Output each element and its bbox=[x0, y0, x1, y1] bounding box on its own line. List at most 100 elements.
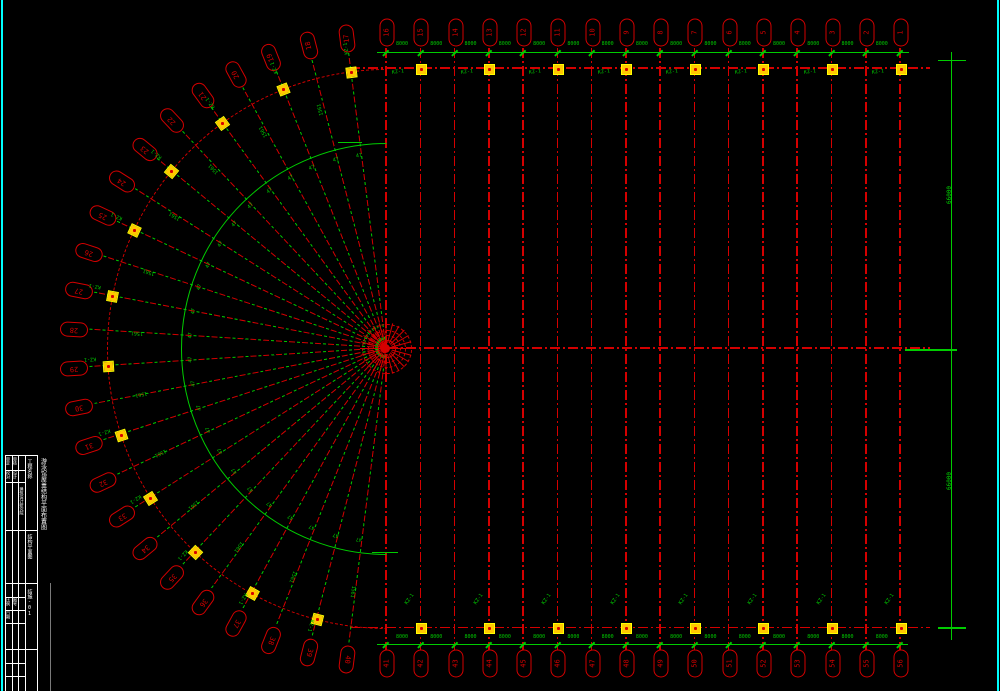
titleblock-line bbox=[12, 455, 13, 691]
bay-dimension: 8000 bbox=[499, 635, 511, 640]
grid-bubble: 36 bbox=[188, 586, 217, 617]
column-label: KZ-1 bbox=[666, 69, 679, 76]
vertical-grid-line bbox=[522, 30, 524, 662]
vertical-grid-line bbox=[796, 30, 798, 662]
column-marker bbox=[690, 64, 701, 75]
grid-bubble: 11 bbox=[551, 18, 566, 46]
bottom-grid-line bbox=[350, 627, 930, 629]
column-marker bbox=[416, 623, 427, 634]
grid-bubble: 51 bbox=[722, 649, 737, 677]
titleblock-sheet-no: 结施-01 bbox=[27, 589, 32, 617]
column-label: KZ-1 bbox=[84, 356, 96, 362]
grid-bubble: 13 bbox=[482, 18, 497, 46]
bay-dimension: 8000 bbox=[739, 635, 751, 640]
grid-bubble: 31 bbox=[73, 434, 104, 457]
column-marker bbox=[553, 64, 564, 75]
vertical-grid-line bbox=[454, 30, 456, 662]
column-marker bbox=[896, 64, 907, 75]
grid-bubble: 46 bbox=[551, 649, 566, 677]
titleblock-line bbox=[5, 530, 37, 531]
arc-tick-label: 47 bbox=[191, 380, 197, 387]
grid-bubble: 6 bbox=[722, 18, 737, 46]
grid-bubble: 2 bbox=[859, 18, 874, 46]
column-marker bbox=[553, 623, 564, 634]
grid-bubble: 35 bbox=[157, 562, 187, 593]
grid-bubble: 3 bbox=[825, 18, 840, 46]
titleblock-no-label: 图号 bbox=[13, 598, 17, 606]
grid-bubble: 41 bbox=[380, 649, 395, 677]
grid-bubble: 1 bbox=[894, 18, 909, 46]
column-label: KZ-1 bbox=[610, 593, 621, 606]
vertical-grid-line bbox=[625, 30, 627, 662]
column-label: KZ-1 bbox=[803, 69, 816, 76]
titleblock-row-label: 审核 bbox=[13, 457, 17, 465]
vertical-grid-line bbox=[899, 30, 901, 662]
radial-dimension: 1561 bbox=[348, 585, 354, 598]
bay-dimension: 8000 bbox=[465, 42, 477, 47]
column-marker bbox=[621, 623, 632, 634]
bay-dimension: 8000 bbox=[533, 42, 545, 47]
sheet-border-right bbox=[997, 0, 999, 691]
column-marker bbox=[345, 66, 357, 78]
arc-tick-label: 47 bbox=[356, 153, 363, 159]
bay-dimension: 8000 bbox=[499, 42, 511, 47]
titleblock-row-label: 设计 bbox=[13, 471, 17, 479]
grid-bubble: 54 bbox=[825, 649, 840, 677]
column-label: KZ-1 bbox=[735, 69, 748, 76]
right-dimension-line bbox=[951, 52, 953, 640]
column-label: KZ-1 bbox=[598, 69, 611, 76]
column-marker bbox=[106, 290, 119, 303]
bay-dimension: 8000 bbox=[602, 635, 614, 640]
arc-tick-label: 47 bbox=[188, 332, 193, 338]
grid-bubble: 16 bbox=[380, 18, 395, 46]
titleblock-line bbox=[5, 663, 25, 664]
bay-dimension: 8000 bbox=[636, 635, 648, 640]
bay-dimension: 8000 bbox=[773, 42, 785, 47]
column-marker bbox=[896, 623, 907, 634]
column-label: KZ-1 bbox=[885, 593, 896, 606]
column-marker bbox=[102, 361, 114, 373]
grid-bubble: 50 bbox=[688, 649, 703, 677]
column-label: KZ-1 bbox=[461, 69, 474, 76]
grid-bubble: 52 bbox=[756, 649, 771, 677]
bay-dimension: 8000 bbox=[670, 635, 682, 640]
vertical-grid-line bbox=[831, 30, 833, 662]
vertical-grid-line bbox=[591, 30, 593, 662]
grid-bubble: 29 bbox=[60, 360, 89, 377]
grid-bubble: 43 bbox=[448, 649, 463, 677]
vertical-grid-line bbox=[420, 30, 422, 662]
grid-bubble: 28 bbox=[60, 321, 89, 338]
dimension-ext bbox=[938, 60, 966, 62]
bay-dimension: 8000 bbox=[602, 42, 614, 47]
right-dimension-text: 66000 bbox=[947, 472, 953, 490]
grid-bubble: 4 bbox=[791, 18, 806, 46]
grid-bubble: 56 bbox=[894, 649, 909, 677]
arc-tick-label: 47 bbox=[356, 536, 363, 542]
bay-dimension: 8000 bbox=[842, 635, 854, 640]
grid-bubble: 8 bbox=[654, 18, 669, 46]
grid-bubble: 10 bbox=[585, 18, 600, 46]
grid-bubble: 44 bbox=[482, 649, 497, 677]
column-marker bbox=[758, 623, 769, 634]
titleblock-line bbox=[5, 676, 25, 677]
grid-bubble: 7 bbox=[688, 18, 703, 46]
grid-bubble: 48 bbox=[619, 649, 634, 677]
grid-bubble: 30 bbox=[64, 398, 94, 418]
column-label: KZ-1 bbox=[529, 69, 542, 76]
titleblock-line bbox=[5, 623, 25, 624]
bay-dimension: 8000 bbox=[396, 635, 408, 640]
bay-dimension: 8000 bbox=[396, 42, 408, 47]
vertical-grid-line bbox=[728, 30, 730, 662]
column-label: KZ-1 bbox=[816, 593, 827, 606]
column-marker bbox=[758, 64, 769, 75]
bay-dimension: 8000 bbox=[567, 635, 579, 640]
top-grid-line bbox=[350, 67, 930, 69]
bay-dimension: 8000 bbox=[807, 635, 819, 640]
column-label: KZ-1 bbox=[872, 69, 885, 76]
grid-bubble: 5 bbox=[756, 18, 771, 46]
grid-bubble: 15 bbox=[414, 18, 429, 46]
bay-dimension: 8000 bbox=[465, 635, 477, 640]
vertical-grid-line bbox=[865, 30, 867, 662]
grid-bubble: 26 bbox=[73, 241, 104, 264]
grid-bubble: 55 bbox=[859, 649, 874, 677]
